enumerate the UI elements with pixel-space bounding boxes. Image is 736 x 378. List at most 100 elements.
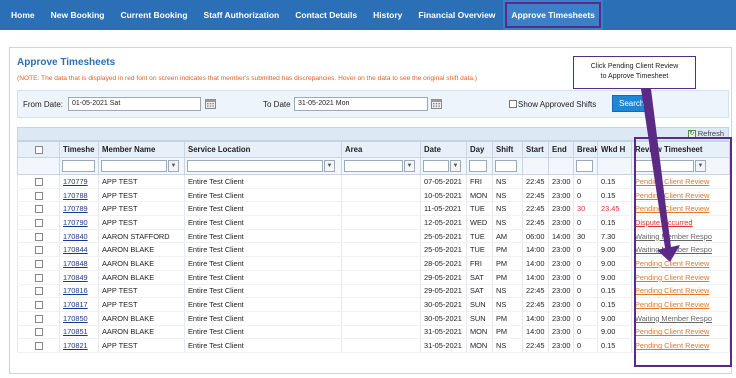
filter-input[interactable] — [187, 160, 323, 172]
shift-cell: PM — [492, 256, 523, 271]
nav-history[interactable]: History — [365, 0, 410, 30]
date: 31-05-2021 — [424, 341, 462, 351]
filter-input[interactable] — [576, 160, 593, 172]
end-time-cell: 23:00 — [548, 284, 574, 299]
timesheet-id[interactable]: 170840 — [63, 232, 88, 241]
filter-input[interactable] — [62, 160, 95, 172]
area-cell — [341, 338, 421, 353]
end-time: 23:00 — [552, 286, 571, 296]
filter-input[interactable] — [495, 160, 517, 172]
filter-cell: ▼ — [98, 157, 185, 175]
nav-contact-details[interactable]: Contact Details — [287, 0, 365, 30]
table-row: 170850 AARON BLAKE Entire Test Client 30-05… — [17, 311, 730, 326]
callout-line-2: to Approve Timesheet — [600, 73, 669, 80]
shift: AM — [496, 231, 508, 241]
row-checkbox[interactable] — [34, 191, 43, 200]
row-checkbox[interactable] — [34, 314, 43, 323]
end-time-cell: 23:00 — [548, 242, 574, 258]
shift: PM — [496, 258, 508, 268]
service-location: Entire Test Client — [188, 258, 244, 268]
col-timesheet[interactable]: Timeshe — [59, 141, 99, 158]
nav-staff-authorization[interactable]: Staff Authorization — [196, 0, 288, 30]
area-cell — [341, 297, 421, 312]
row-checkbox[interactable] — [34, 232, 43, 241]
start-time-cell: 14:00 — [522, 270, 549, 285]
timesheet-id[interactable]: 170817 — [63, 300, 88, 309]
timesheet-id[interactable]: 170849 — [63, 273, 88, 282]
timesheet-id[interactable]: 170790 — [63, 218, 88, 227]
nav-current-booking[interactable]: Current Booking — [112, 0, 195, 30]
service-location-cell: Entire Test Client — [184, 242, 342, 258]
row-checkbox[interactable] — [34, 328, 43, 337]
timesheet-id[interactable]: 170848 — [63, 259, 88, 268]
worked-hours-cell: 9.00 — [597, 270, 632, 285]
timesheet-id[interactable]: 170788 — [63, 191, 88, 200]
from-date-input[interactable]: 01-05-2021 Sat — [68, 97, 201, 111]
service-location: Entire Test Client — [188, 176, 244, 186]
row-checkbox[interactable] — [34, 301, 43, 310]
row-checkbox[interactable] — [34, 205, 43, 214]
day-cell: MON — [466, 325, 493, 340]
break-cell: 0 — [573, 338, 598, 353]
row-checkbox[interactable] — [34, 342, 43, 351]
service-location: Entire Test Client — [188, 217, 244, 227]
end-time-cell: 23:00 — [548, 270, 574, 285]
row-checkbox[interactable] — [34, 273, 43, 282]
timesheet-id[interactable]: 170816 — [63, 286, 88, 295]
member-name: APP TEST — [102, 300, 138, 310]
timesheet-id[interactable]: 170851 — [63, 327, 88, 336]
col-start[interactable]: Start — [522, 141, 549, 158]
row-checkbox[interactable] — [34, 246, 43, 255]
to-date-input[interactable]: 31-05-2021 Mon — [294, 97, 428, 111]
row-checkbox[interactable] — [34, 259, 43, 268]
col-shift[interactable]: Shift — [492, 141, 523, 158]
service-location-cell: Entire Test Client — [184, 256, 342, 271]
service-location-cell: Entire Test Client — [184, 215, 342, 230]
member-name: AARON STAFFORD — [102, 231, 170, 241]
filter-icon[interactable]: ▼ — [168, 160, 179, 172]
col-end[interactable]: End — [548, 141, 574, 158]
nav-approve-timesheets[interactable]: Approve Timesheets — [503, 0, 603, 30]
calendar-icon[interactable] — [431, 98, 442, 109]
timesheet-id-cell: 170848 — [59, 256, 99, 271]
timesheet-id[interactable]: 170821 — [63, 341, 88, 350]
approve-timesheets-panel: Approve Timesheets (NOTE: The data that … — [9, 47, 732, 374]
filter-input[interactable] — [101, 160, 167, 172]
timesheet-id[interactable]: 170844 — [63, 245, 88, 254]
row-checkbox[interactable] — [34, 177, 43, 186]
col-area[interactable]: Area — [341, 141, 421, 158]
col-break[interactable]: Break — [573, 141, 598, 158]
area-cell — [341, 201, 421, 217]
row-checkbox[interactable] — [34, 287, 43, 296]
col-service-location[interactable]: Service Location — [184, 141, 342, 158]
col-date[interactable]: Date — [420, 141, 467, 158]
col-worked-hours[interactable]: Wkd H — [597, 141, 632, 158]
select-all-checkbox[interactable] — [34, 145, 43, 154]
filter-input[interactable] — [344, 160, 403, 172]
filter-input[interactable] — [469, 160, 487, 172]
date-cell: 30-05-2021 — [420, 297, 467, 312]
timesheet-id[interactable]: 170779 — [63, 177, 88, 186]
start-time-cell: 14:00 — [522, 311, 549, 326]
nav-new-booking[interactable]: New Booking — [43, 0, 113, 30]
col-member-name[interactable]: Member Name — [98, 141, 185, 158]
filter-input[interactable] — [423, 160, 449, 172]
filter-icon[interactable]: ▼ — [324, 160, 335, 172]
timesheet-id[interactable]: 170789 — [63, 204, 88, 213]
search-button[interactable]: Search — [612, 95, 652, 112]
filter-icon[interactable]: ▼ — [450, 160, 461, 172]
end-time: 23:00 — [552, 313, 571, 323]
nav-home[interactable]: Home — [0, 0, 43, 30]
break: 0 — [577, 176, 582, 186]
col-day[interactable]: Day — [466, 141, 493, 158]
calendar-icon[interactable] — [205, 98, 216, 109]
timesheet-id[interactable]: 170850 — [63, 314, 88, 323]
service-location-cell: Entire Test Client — [184, 188, 342, 203]
break-cell: 0 — [573, 311, 598, 326]
show-approved-checkbox[interactable] — [509, 100, 517, 108]
member-name-cell: AARON BLAKE — [98, 311, 185, 326]
nav-financial-overview[interactable]: Financial Overview — [410, 0, 503, 30]
member-name-cell: AARON BLAKE — [98, 270, 185, 285]
row-checkbox[interactable] — [34, 218, 43, 227]
filter-icon[interactable]: ▼ — [404, 160, 415, 172]
